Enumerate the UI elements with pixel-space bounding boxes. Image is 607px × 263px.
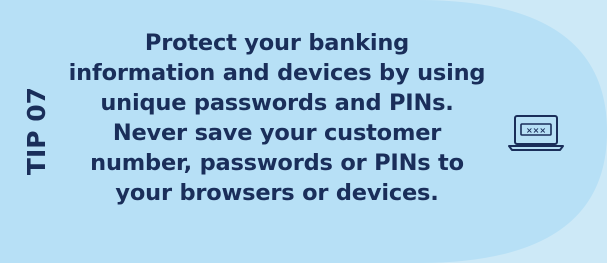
- tip-card: TIP 07 Protect your banking information …: [0, 0, 607, 263]
- tip-number-label: TIP 07: [22, 86, 51, 176]
- tip-text: Protect your banking information and dev…: [68, 30, 486, 206]
- laptop-password-icon: ×××: [508, 115, 564, 151]
- svg-text:×××: ×××: [526, 126, 546, 135]
